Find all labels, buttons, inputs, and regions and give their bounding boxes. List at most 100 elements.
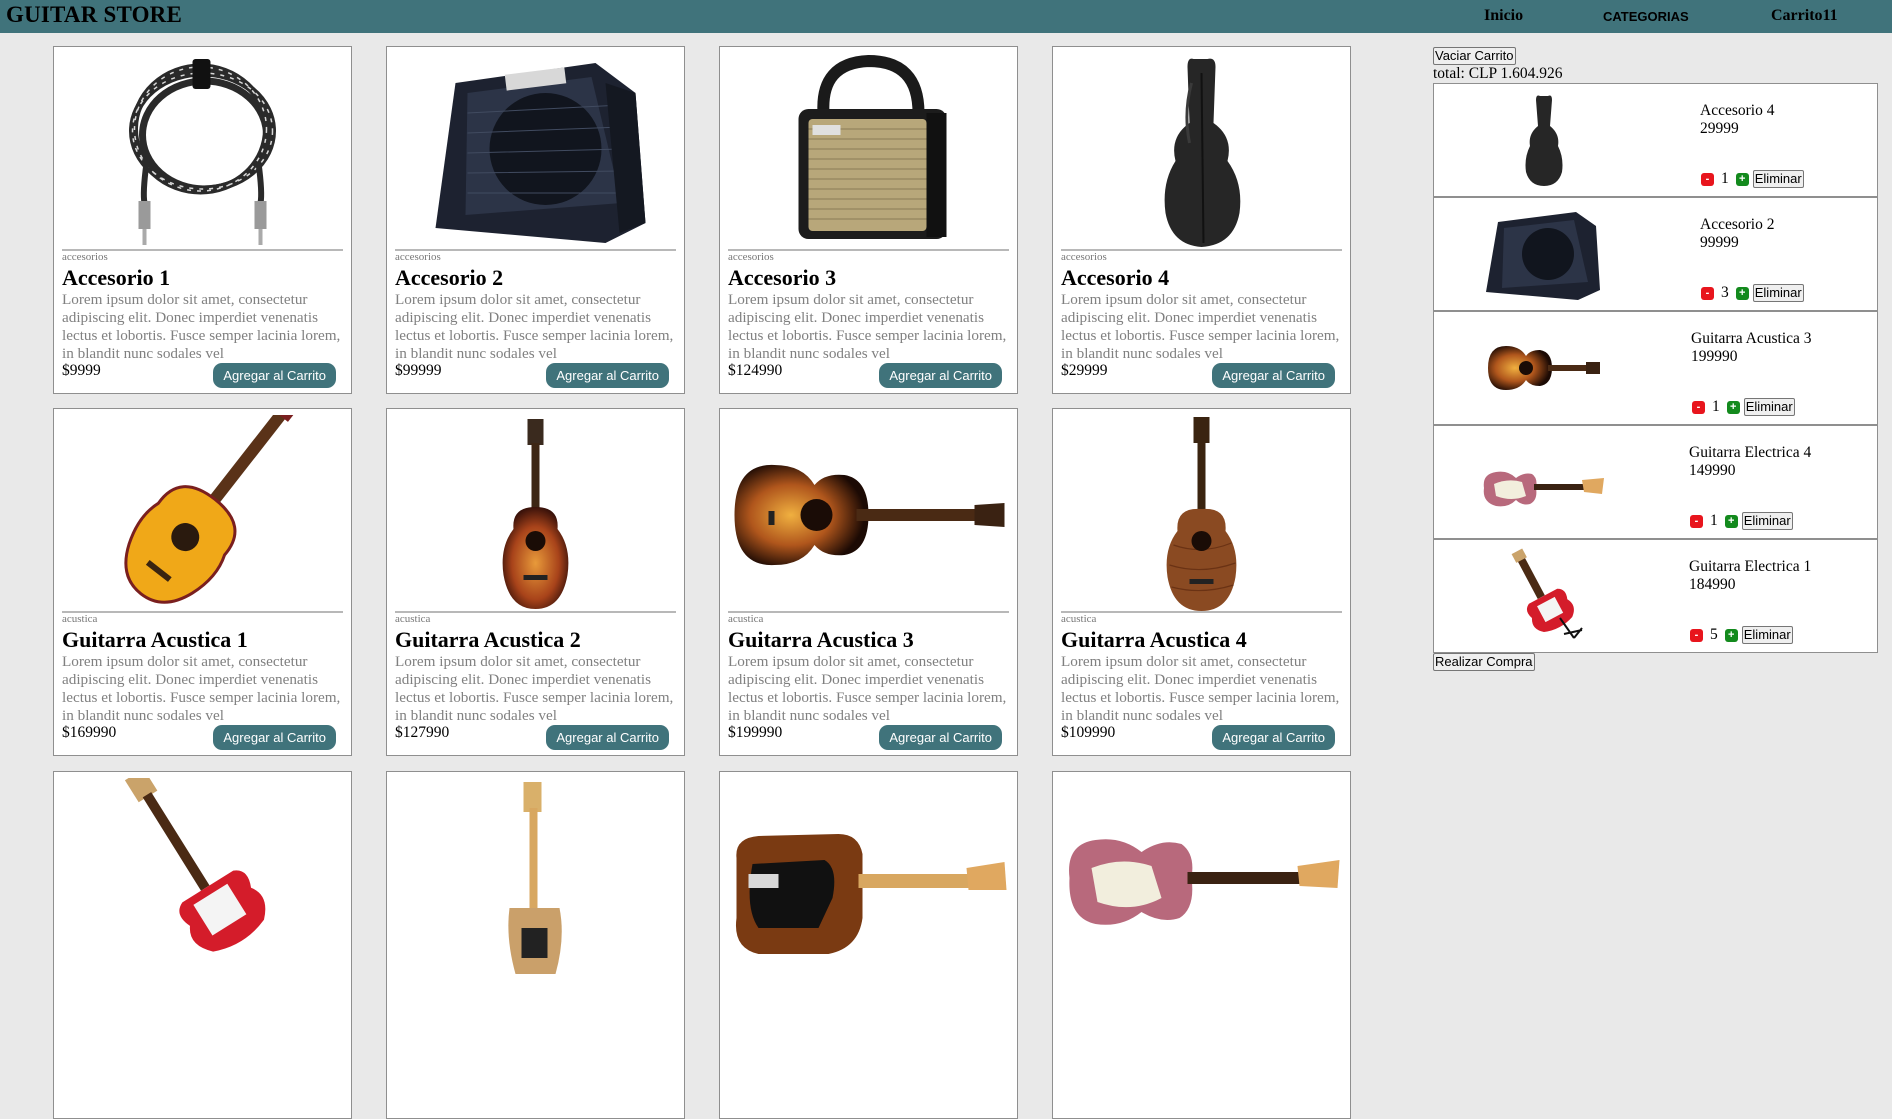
quantity-controls: - 1 + Eliminar — [1690, 512, 1793, 530]
product-title: Guitarra Acustica 3 — [728, 627, 914, 652]
small-amplifier-icon — [728, 53, 1009, 249]
cart-item-name: Guitarra Acustica 3 — [1691, 330, 1812, 347]
product-price: $169990 — [62, 724, 117, 741]
amplifier-icon — [395, 53, 676, 249]
red-electric-guitar-icon — [1464, 548, 1624, 644]
product-price: $9999 — [62, 362, 101, 379]
product-price: $109990 — [1061, 724, 1116, 741]
quantity-value: 1 — [1712, 398, 1720, 415]
cart-item: Guitarra Electrica 1 184990 - 5 + Elimin… — [1433, 539, 1878, 653]
remove-item-button[interactable]: Eliminar — [1752, 284, 1804, 302]
add-to-cart-button[interactable]: Agregar al Carrito — [546, 725, 669, 750]
cart-item-name: Accesorio 4 — [1700, 102, 1775, 119]
cart-item-price: 29999 — [1700, 120, 1739, 137]
product-price: $29999 — [1061, 362, 1108, 379]
product-title: Guitarra Acustica 1 — [62, 627, 248, 652]
nav-cart-label: Carrito — [1771, 7, 1823, 24]
add-to-cart-button[interactable]: Agregar al Carrito — [213, 363, 336, 388]
quantity-value: 5 — [1710, 626, 1718, 643]
empty-cart-button[interactable]: Vaciar Carrito — [1433, 47, 1516, 65]
increase-quantity-button[interactable]: + — [1735, 286, 1749, 300]
remove-item-button[interactable]: Eliminar — [1752, 170, 1804, 188]
remove-item-button[interactable]: Eliminar — [1743, 398, 1795, 416]
cart-item: Guitarra Acustica 3 199990 - 1 + Elimina… — [1433, 311, 1878, 425]
cart-item-info: Guitarra Electrica 1 184990 — [1689, 558, 1811, 594]
card-divider — [1061, 611, 1342, 613]
cart-item-info: Guitarra Electrica 4 149990 — [1689, 444, 1811, 480]
pink-stratocaster-icon — [1464, 434, 1624, 530]
decrease-quantity-button[interactable]: - — [1701, 286, 1714, 300]
product-title: Accesorio 2 — [395, 265, 504, 290]
card-divider — [62, 611, 343, 613]
amplifier-icon — [1464, 206, 1624, 302]
product-card: acustica Guitarra Acustica 1 Lorem ipsum… — [53, 408, 352, 756]
cart-item: Accesorio 2 99999 - 3 + Eliminar — [1433, 197, 1878, 311]
quantity-controls: - 5 + Eliminar — [1690, 626, 1793, 644]
cart-item-price: 99999 — [1700, 234, 1739, 251]
sunburst-acoustic-guitar-icon — [728, 415, 1009, 611]
product-card — [719, 771, 1018, 1119]
add-to-cart-button[interactable]: Agregar al Carrito — [1212, 363, 1335, 388]
product-card: acustica Guitarra Acustica 3 Lorem ipsum… — [719, 408, 1018, 756]
product-category: accesorios — [728, 251, 774, 263]
cart-item: Guitarra Electrica 4 149990 - 1 + Elimin… — [1433, 425, 1878, 539]
remove-item-button[interactable]: Eliminar — [1741, 626, 1793, 644]
gig-bag-icon — [1061, 53, 1342, 249]
product-description: Lorem ipsum dolor sit amet, consectetur … — [728, 653, 1007, 724]
pink-stratocaster-icon — [1061, 778, 1342, 974]
product-description: Lorem ipsum dolor sit amet, consectetur … — [728, 291, 1007, 362]
cart-item-price: 149990 — [1689, 462, 1736, 479]
product-price: $127990 — [395, 724, 450, 741]
product-title: Accesorio 4 — [1061, 265, 1170, 290]
product-category: accesorios — [1061, 251, 1107, 263]
nav-home-link[interactable]: Inicio — [1484, 7, 1523, 25]
product-category: acustica — [62, 613, 98, 625]
add-to-cart-button[interactable]: Agregar al Carrito — [213, 725, 336, 750]
product-card: accesorios Accesorio 2 Lorem ipsum dolor… — [386, 46, 685, 394]
cart-count: 11 — [1822, 7, 1838, 24]
brown-telecaster-icon — [728, 778, 1009, 974]
product-price: $99999 — [395, 362, 442, 379]
increase-quantity-button[interactable]: + — [1724, 514, 1738, 528]
cart-item-info: Accesorio 2 99999 — [1700, 216, 1774, 252]
increase-quantity-button[interactable]: + — [1726, 400, 1740, 414]
product-price: $199990 — [728, 724, 783, 741]
decrease-quantity-button[interactable]: - — [1701, 172, 1714, 186]
brand-logo[interactable]: GUITAR STORE — [6, 2, 182, 28]
quantity-controls: - 1 + Eliminar — [1692, 398, 1795, 416]
product-category: accesorios — [62, 251, 108, 263]
add-to-cart-button[interactable]: Agregar al Carrito — [879, 725, 1002, 750]
product-price: $124990 — [728, 362, 783, 379]
increase-quantity-button[interactable]: + — [1724, 628, 1738, 642]
sunburst-mini-guitar-icon — [395, 415, 676, 611]
product-description: Lorem ipsum dolor sit amet, consectetur … — [62, 653, 341, 724]
product-card — [1052, 771, 1351, 1119]
cart-item-name: Guitarra Electrica 4 — [1689, 444, 1812, 461]
decrease-quantity-button[interactable]: - — [1692, 400, 1705, 414]
checkout-button[interactable]: Realizar Compra — [1433, 653, 1535, 671]
nav-categories-link[interactable]: CATEGORIAS — [1603, 9, 1689, 24]
add-to-cart-button[interactable]: Agregar al Carrito — [1212, 725, 1335, 750]
cart-item: Accesorio 4 29999 - 1 + Eliminar — [1433, 83, 1878, 197]
cart-item-price: 199990 — [1691, 348, 1738, 365]
product-description: Lorem ipsum dolor sit amet, consectetur … — [1061, 291, 1340, 362]
quantity-controls: - 1 + Eliminar — [1701, 170, 1804, 188]
product-description: Lorem ipsum dolor sit amet, consectetur … — [62, 291, 341, 362]
product-category: accesorios — [395, 251, 441, 263]
nav-cart-link[interactable]: Carrito11 — [1771, 7, 1838, 25]
cart-item-price: 184990 — [1689, 576, 1736, 593]
navbar: GUITAR STORE Inicio CATEGORIAS Carrito11 — [0, 0, 1892, 33]
product-description: Lorem ipsum dolor sit amet, consectetur … — [395, 653, 674, 724]
remove-item-button[interactable]: Eliminar — [1741, 512, 1793, 530]
add-to-cart-button[interactable]: Agregar al Carrito — [879, 363, 1002, 388]
add-to-cart-button[interactable]: Agregar al Carrito — [546, 363, 669, 388]
decrease-quantity-button[interactable]: - — [1690, 628, 1703, 642]
gig-bag-icon — [1464, 92, 1624, 188]
cart-item-info: Accesorio 4 29999 — [1700, 102, 1774, 138]
product-title: Guitarra Acustica 2 — [395, 627, 581, 652]
quantity-controls: - 3 + Eliminar — [1701, 284, 1804, 302]
decrease-quantity-button[interactable]: - — [1690, 514, 1703, 528]
product-card: accesorios Accesorio 4 Lorem ipsum dolor… — [1052, 46, 1351, 394]
increase-quantity-button[interactable]: + — [1735, 172, 1749, 186]
cable-icon — [62, 53, 343, 249]
